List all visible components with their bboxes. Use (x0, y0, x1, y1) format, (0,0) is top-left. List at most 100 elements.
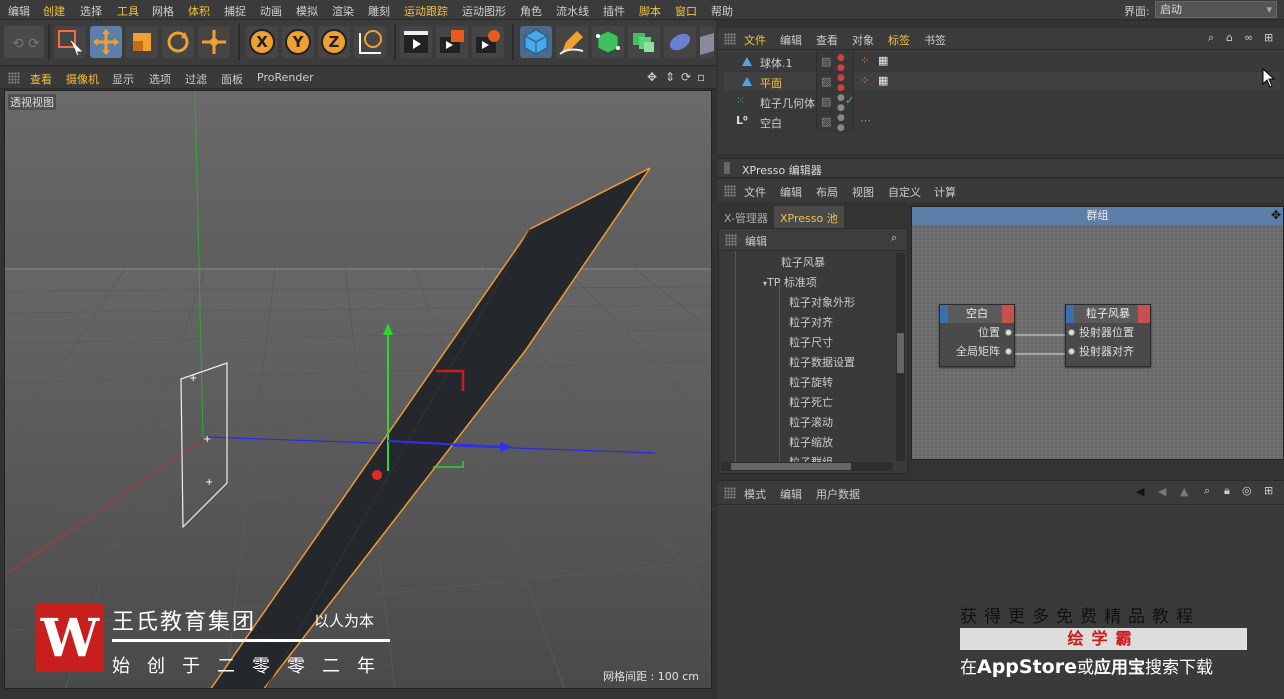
attr-menu-mode[interactable]: 模式 (744, 486, 766, 502)
menu-plugins[interactable]: 插件 (603, 3, 625, 19)
tree-item[interactable]: 粒子缩放 (789, 434, 833, 450)
deformer-button[interactable] (664, 26, 696, 58)
attr-menu-user-data[interactable]: 用户数据 (816, 486, 860, 502)
xp-menu-file[interactable]: 文件 (744, 184, 766, 200)
viewport-menu-panel[interactable]: 面板 (221, 71, 243, 87)
viewport-menu-filter[interactable]: 过滤 (185, 71, 207, 87)
checkmark-icon[interactable]: ✓ (845, 94, 854, 107)
obj-menu-edit[interactable]: 编辑 (780, 32, 802, 48)
obj-menu-object[interactable]: 对象 (852, 32, 874, 48)
menu-script[interactable]: 脚本 (639, 3, 661, 19)
layer-icon[interactable]: ▨ (821, 115, 831, 128)
menu-character[interactable]: 角色 (520, 3, 542, 19)
menu-help[interactable]: 帮助 (711, 3, 733, 19)
obj-menu-view[interactable]: 查看 (816, 32, 838, 48)
visibility-dots-icon[interactable]: ● ● (837, 113, 845, 133)
vertical-scrollbar[interactable] (896, 253, 905, 461)
scale-button[interactable] (126, 26, 158, 58)
attr-menu-edit[interactable]: 编辑 (780, 486, 802, 502)
maximize-icon[interactable]: ▫ (697, 70, 705, 84)
tag-icon[interactable]: ⁘ (860, 54, 869, 67)
rotate-button[interactable] (162, 26, 194, 58)
add-panel-icon[interactable]: ⊞ (1264, 31, 1273, 44)
menu-motion-tracking[interactable]: 运动跟踪 (404, 3, 448, 19)
menu-simulate[interactable]: 模拟 (296, 3, 318, 19)
viewport-menu-view[interactable]: 查看 (30, 71, 52, 87)
menu-mesh[interactable]: 网格 (152, 3, 174, 19)
menu-volume[interactable]: 体积 (188, 3, 210, 19)
tree-item[interactable]: 粒子死亡 (789, 394, 833, 410)
menu-window[interactable]: 窗口 (675, 3, 697, 19)
node-null[interactable]: 空白 位置 全局矩阵 (939, 304, 1015, 367)
drag-handle-icon[interactable] (724, 487, 736, 499)
tree-item[interactable]: 粒子数据设置 (789, 354, 855, 370)
visibility-dots-icon[interactable]: ● ● (837, 73, 845, 93)
tree-item[interactable]: 粒子旋转 (789, 374, 833, 390)
viewport-menu-prorender[interactable]: ProRender (257, 71, 314, 84)
viewport-menu-camera[interactable]: 摄像机 (66, 71, 99, 87)
material-tag-icon[interactable]: ▦ (878, 74, 888, 87)
render-picture-viewer-button[interactable] (436, 26, 468, 58)
tree-group-tp-standard[interactable]: ▾TP 标准项 (763, 274, 817, 290)
layer-icon[interactable]: ▨ (821, 55, 831, 68)
move-all-button[interactable] (198, 26, 230, 58)
drag-handle-icon[interactable] (8, 72, 20, 84)
menu-mograph[interactable]: 运动图形 (462, 3, 506, 19)
menu-pipeline[interactable]: 流水线 (556, 3, 589, 19)
obj-menu-bookmarks[interactable]: 书签 (924, 32, 946, 48)
xp-menu-custom[interactable]: 自定义 (888, 184, 921, 200)
layout-select[interactable]: 启动 ▾ (1155, 1, 1277, 18)
undo-button[interactable]: ⟲ ⟳ (4, 26, 44, 58)
x-axis-button[interactable]: X (246, 26, 278, 58)
menu-tools[interactable]: 工具 (117, 3, 139, 19)
node-particle-storm[interactable]: 粒子风暴 投射器位置 投射器对齐 (1065, 304, 1151, 367)
tree-item[interactable]: 粒子风暴 (781, 254, 825, 270)
lock-icon[interactable]: 🔒︎ (1224, 484, 1230, 498)
search-icon[interactable]: ⌕ (1204, 484, 1210, 498)
object-row-sphere[interactable]: 球体.1 ▨ ● ● ⁘ ▦ (724, 52, 1280, 73)
tree-item[interactable]: 粒子尺寸 (789, 334, 833, 350)
obj-menu-file[interactable]: 文件 (744, 32, 766, 48)
object-row-plane[interactable]: 平面 ▨ ● ● ⁘ ▦ (724, 72, 1280, 93)
tree-item[interactable]: 粒子滚动 (789, 414, 833, 430)
z-axis-button[interactable]: Z (318, 26, 350, 58)
back-arrow-icon[interactable]: ◀ (1136, 485, 1144, 498)
search-icon[interactable]: ⌕ (1208, 31, 1214, 45)
live-select-button[interactable] (54, 26, 86, 58)
subdivision-button[interactable] (592, 26, 624, 58)
object-row-particle-geometry[interactable]: ⁙ 粒子几何体 ▨ ● ● ✓ (724, 92, 1280, 113)
layer-icon[interactable]: ▨ (821, 95, 831, 108)
tree-item[interactable]: 粒子对齐 (789, 314, 833, 330)
viewport-menu-options[interactable]: 选项 (149, 71, 171, 87)
drag-handle-icon[interactable] (725, 234, 737, 246)
object-row-null[interactable]: L⁰ 空白 ▨ ● ● ⋯ (724, 112, 1280, 133)
viewport-menu-display[interactable]: 显示 (112, 71, 134, 87)
obj-menu-tags[interactable]: 标签 (888, 32, 910, 48)
visibility-dots-icon[interactable]: ● ● (837, 93, 845, 113)
floor-button[interactable] (700, 26, 714, 58)
tree-menu-edit[interactable]: 编辑 (745, 233, 767, 249)
menu-snap[interactable]: 捕捉 (224, 3, 246, 19)
input-port[interactable]: 投射器对齐 (1066, 342, 1150, 361)
cube-button[interactable] (520, 26, 552, 58)
tab-xpresso-pool[interactable]: XPresso 池 (774, 206, 844, 228)
drag-handle-icon[interactable] (724, 185, 736, 197)
xp-menu-calculate[interactable]: 计算 (934, 184, 956, 200)
render-settings-button[interactable] (472, 26, 504, 58)
perspective-viewport[interactable]: + + + 透视视图 网格间距 : 100 cm (4, 90, 712, 689)
link-icon[interactable]: ∞ (1244, 31, 1253, 44)
xpresso-tag-icon[interactable]: ⋯ (860, 114, 871, 127)
output-port[interactable]: 位置 (940, 323, 1014, 342)
move-button[interactable] (90, 26, 122, 58)
add-panel-icon[interactable]: ⊞ (1264, 484, 1273, 497)
up-arrow-icon[interactable]: ▲ (1180, 485, 1188, 498)
menu-animate[interactable]: 动画 (260, 3, 282, 19)
render-view-button[interactable] (400, 26, 432, 58)
drag-handle-icon[interactable] (724, 33, 736, 45)
menu-edit[interactable]: 编辑 (8, 3, 30, 19)
viewport-nav-icon[interactable]: ✥ (647, 70, 657, 84)
world-coordinates-button[interactable] (354, 26, 386, 58)
tree-item[interactable]: 粒子对象外形 (789, 294, 855, 310)
array-button[interactable] (628, 26, 660, 58)
drag-handle-icon[interactable] (724, 162, 730, 174)
